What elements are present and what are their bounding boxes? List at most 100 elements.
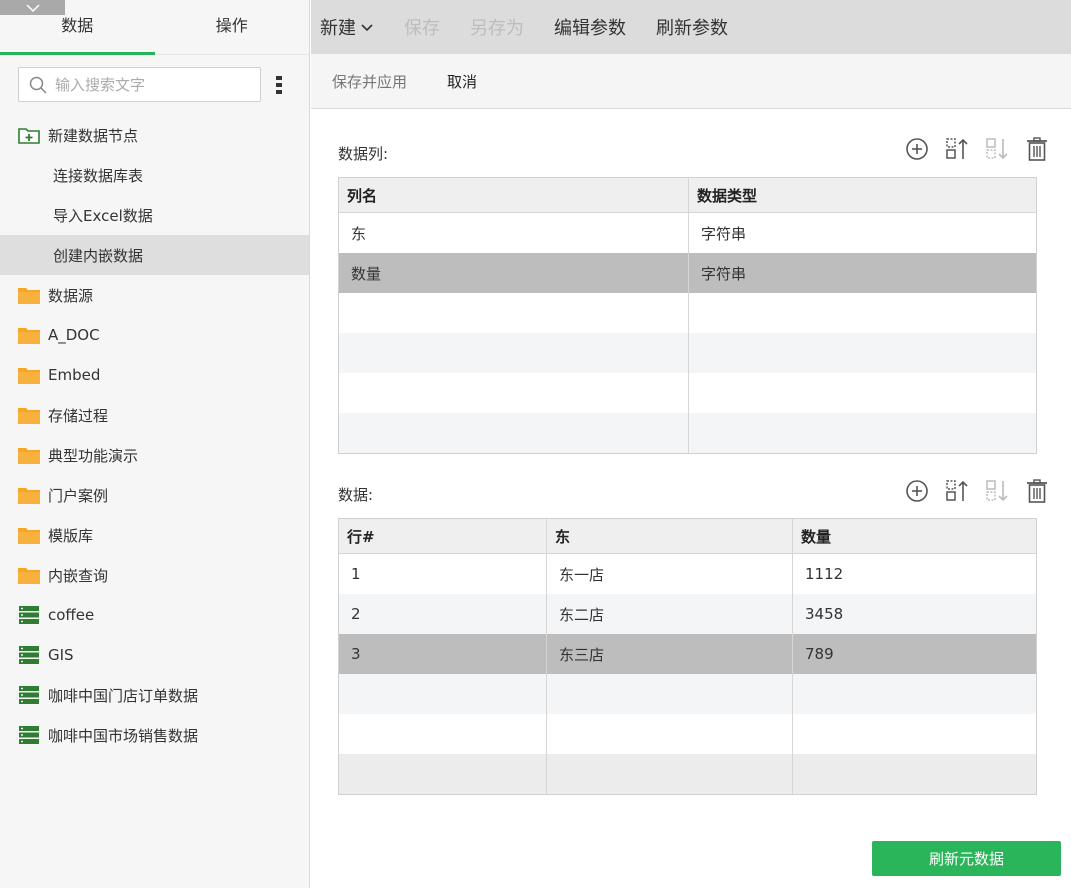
tree-item-folder[interactable]: 数据源 bbox=[0, 275, 309, 315]
database-icon bbox=[18, 606, 40, 624]
tree-item-database[interactable]: GIS bbox=[0, 635, 309, 675]
tree-item-database[interactable]: coffee bbox=[0, 595, 309, 635]
table-row[interactable] bbox=[339, 674, 1036, 714]
tree-item-database[interactable]: 咖啡中国市场销售数据 bbox=[0, 715, 309, 755]
table-row[interactable] bbox=[339, 754, 1036, 794]
tab-operations[interactable]: 操作 bbox=[155, 0, 310, 54]
tree-item-label: 咖啡中国门店订单数据 bbox=[48, 686, 199, 705]
save-button[interactable]: 保存 bbox=[404, 14, 440, 40]
move-down-icon[interactable] bbox=[984, 136, 1010, 162]
tree-item-folder[interactable]: 内嵌查询 bbox=[0, 555, 309, 595]
table-row[interactable]: 2 东二店 3458 bbox=[339, 594, 1036, 634]
table-row[interactable] bbox=[339, 373, 1036, 413]
table-cell[interactable] bbox=[689, 333, 1036, 373]
folder-icon bbox=[18, 286, 40, 304]
tree-item-label: 新建数据节点 bbox=[48, 126, 139, 145]
table-cell[interactable]: 字符串 bbox=[689, 253, 1036, 293]
table-cell[interactable]: 3458 bbox=[793, 594, 1036, 634]
cancel-button[interactable]: 取消 bbox=[447, 71, 477, 92]
tree-item-label: 咖啡中国市场销售数据 bbox=[48, 726, 199, 745]
more-menu-icon[interactable] bbox=[275, 75, 283, 94]
database-icon bbox=[18, 686, 40, 704]
move-up-icon[interactable] bbox=[944, 136, 970, 162]
table-cell[interactable]: 2 bbox=[339, 594, 547, 634]
table-row[interactable]: 数量 字符串 bbox=[339, 253, 1036, 293]
refresh-params-button[interactable]: 刷新参数 bbox=[656, 14, 728, 40]
table-cell[interactable]: 东二店 bbox=[547, 594, 793, 634]
table-cell[interactable] bbox=[339, 754, 547, 794]
tree-item-folder[interactable]: 门户案例 bbox=[0, 475, 309, 515]
table-cell[interactable] bbox=[339, 413, 689, 453]
table-cell[interactable]: 东一店 bbox=[547, 554, 793, 594]
table-cell[interactable] bbox=[689, 413, 1036, 453]
table-row[interactable] bbox=[339, 293, 1036, 333]
column-header[interactable]: 数量 bbox=[793, 519, 1036, 553]
tree-item-import-excel[interactable]: 导入Excel数据 bbox=[0, 195, 309, 235]
table-row[interactable]: 3 东三店 789 bbox=[339, 634, 1036, 674]
table-cell[interactable]: 字符串 bbox=[689, 213, 1036, 253]
tree-item-folder[interactable]: A_DOC bbox=[0, 315, 309, 355]
delete-icon[interactable] bbox=[1024, 136, 1050, 162]
add-row-icon[interactable] bbox=[904, 478, 930, 504]
table-cell[interactable] bbox=[547, 674, 793, 714]
table-cell[interactable] bbox=[339, 714, 547, 754]
table-row[interactable]: 东 字符串 bbox=[339, 213, 1036, 253]
save-and-apply-button[interactable]: 保存并应用 bbox=[332, 71, 407, 92]
table-cell[interactable] bbox=[793, 754, 1036, 794]
move-down-icon[interactable] bbox=[984, 478, 1010, 504]
column-header[interactable]: 行# bbox=[339, 519, 547, 553]
new-label: 新建 bbox=[320, 18, 356, 39]
table-cell[interactable]: 东三店 bbox=[547, 634, 793, 674]
move-up-icon[interactable] bbox=[944, 478, 970, 504]
tree-item-label: 数据源 bbox=[48, 286, 94, 305]
table-cell[interactable] bbox=[793, 714, 1036, 754]
table-cell[interactable]: 3 bbox=[339, 634, 547, 674]
tree-item-connect-db-table[interactable]: 连接数据库表 bbox=[0, 155, 309, 195]
new-dropdown-button[interactable]: 新建 bbox=[320, 14, 374, 40]
table-row[interactable] bbox=[339, 413, 1036, 453]
database-icon bbox=[18, 646, 40, 664]
column-header[interactable]: 东 bbox=[547, 519, 793, 553]
table-cell[interactable]: 789 bbox=[793, 634, 1036, 674]
search-input[interactable] bbox=[55, 75, 255, 94]
table-cell[interactable]: 1112 bbox=[793, 554, 1036, 594]
tree-item-create-embedded-data[interactable]: 创建内嵌数据 bbox=[0, 235, 309, 275]
table-cell[interactable]: 数量 bbox=[339, 253, 689, 293]
table-cell[interactable]: 1 bbox=[339, 554, 547, 594]
table-cell[interactable] bbox=[689, 293, 1036, 333]
table-cell[interactable] bbox=[339, 333, 689, 373]
tree-item-folder[interactable]: 模版库 bbox=[0, 515, 309, 555]
folder-icon bbox=[18, 366, 40, 384]
column-header[interactable]: 数据类型 bbox=[689, 178, 1036, 212]
tree-item-new-data-node[interactable]: 新建数据节点 bbox=[0, 115, 309, 155]
table-cell[interactable] bbox=[339, 674, 547, 714]
tree-item-folder[interactable]: Embed bbox=[0, 355, 309, 395]
tree-item-folder[interactable]: 典型功能演示 bbox=[0, 435, 309, 475]
table-header: 行# 东 数量 bbox=[339, 519, 1036, 554]
database-icon bbox=[18, 726, 40, 744]
table-cell[interactable] bbox=[547, 754, 793, 794]
tree-item-database[interactable]: 咖啡中国门店订单数据 bbox=[0, 675, 309, 715]
table-cell[interactable] bbox=[793, 674, 1036, 714]
table-row[interactable] bbox=[339, 714, 1036, 754]
tree-item-label: 门户案例 bbox=[48, 486, 109, 505]
column-header[interactable]: 列名 bbox=[339, 178, 689, 212]
collapse-toggle[interactable] bbox=[0, 0, 65, 15]
table-cell[interactable] bbox=[689, 373, 1036, 413]
tree-item-label: 模版库 bbox=[48, 526, 94, 545]
tree-item-label: A_DOC bbox=[48, 326, 100, 344]
search-box bbox=[18, 67, 261, 102]
table-cell[interactable] bbox=[547, 714, 793, 754]
table-cell[interactable]: 东 bbox=[339, 213, 689, 253]
refresh-metadata-button[interactable]: 刷新元数据 bbox=[872, 841, 1061, 876]
table-cell[interactable] bbox=[339, 373, 689, 413]
add-column-icon[interactable] bbox=[904, 136, 930, 162]
table-row[interactable] bbox=[339, 333, 1036, 373]
edit-params-button[interactable]: 编辑参数 bbox=[554, 14, 626, 40]
table-row[interactable]: 1 东一店 1112 bbox=[339, 554, 1036, 594]
save-as-button[interactable]: 另存为 bbox=[470, 14, 524, 40]
tree-item-folder[interactable]: 存储过程 bbox=[0, 395, 309, 435]
folder-icon bbox=[18, 486, 40, 504]
table-cell[interactable] bbox=[339, 293, 689, 333]
delete-icon[interactable] bbox=[1024, 478, 1050, 504]
